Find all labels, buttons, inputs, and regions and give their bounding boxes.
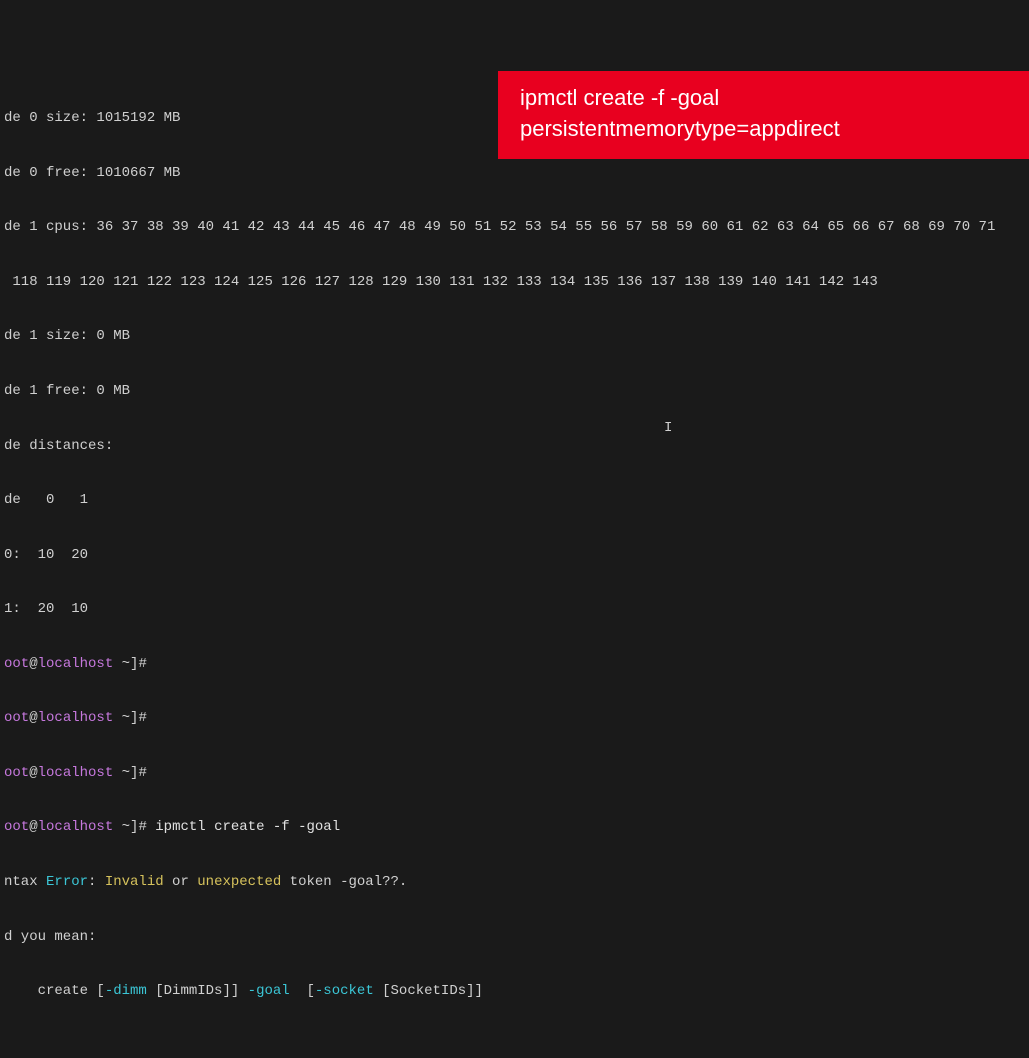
- suggest-flag: -dimm: [105, 983, 147, 999]
- command-text: ipmctl create -f -goal: [155, 819, 340, 835]
- output-line: de 0 1: [4, 491, 1025, 509]
- output-line: de distances:: [4, 437, 1025, 455]
- prompt-line: oot@localhost ~]#: [4, 655, 1025, 673]
- prompt-user: oot: [4, 656, 29, 672]
- text-cursor-icon: I: [664, 419, 672, 437]
- error-unexpected: unexpected: [197, 874, 281, 890]
- error-line: ntax Error: Invalid or unexpected token …: [4, 873, 1025, 891]
- command-line: oot@localhost ~]# ipmctl create -f -goal: [4, 818, 1025, 836]
- prompt-path: ~]#: [113, 710, 155, 726]
- prompt-host: localhost: [38, 710, 114, 726]
- error-rest: token -goal??.: [281, 874, 407, 890]
- prompt-user: oot: [4, 765, 29, 781]
- prompt-at: @: [29, 710, 37, 726]
- prompt-user: oot: [4, 710, 29, 726]
- suggest-text: [SocketIDs]]: [374, 983, 483, 999]
- prompt-path: ~]#: [113, 656, 155, 672]
- output-line: de 0 free: 1010667 MB: [4, 164, 1025, 182]
- prompt-host: localhost: [38, 765, 114, 781]
- command-callout: ipmctl create -f -goal persistentmemoryt…: [498, 71, 1029, 159]
- error-colon: :: [88, 874, 105, 890]
- error-or: or: [164, 874, 198, 890]
- error-invalid: Invalid: [105, 874, 164, 890]
- prompt-path: ~]#: [113, 819, 155, 835]
- suggest-text: create [: [4, 983, 105, 999]
- terminal-output[interactable]: de 0 size: 1015192 MB de 0 free: 1010667…: [0, 73, 1029, 1058]
- suggest-text: [: [290, 983, 315, 999]
- prompt-at: @: [29, 765, 37, 781]
- suggest-flag: -socket: [315, 983, 374, 999]
- prompt-user: oot: [4, 819, 29, 835]
- suggest-line: create [-dimm [DimmIDs]] -goal [-socket …: [4, 982, 1025, 1000]
- prompt-at: @: [29, 819, 37, 835]
- callout-line2: persistentmemorytype=appdirect: [520, 114, 1007, 145]
- callout-line1: ipmctl create -f -goal: [520, 83, 1007, 114]
- blank-line: [4, 1037, 1025, 1055]
- prompt-at: @: [29, 656, 37, 672]
- suggest-text: [DimmIDs]]: [147, 983, 248, 999]
- prompt-host: localhost: [38, 819, 114, 835]
- output-line: de 1 size: 0 MB: [4, 327, 1025, 345]
- output-line: de 1 cpus: 36 37 38 39 40 41 42 43 44 45…: [4, 218, 1025, 236]
- prompt-host: localhost: [38, 656, 114, 672]
- error-prefix: ntax: [4, 874, 46, 890]
- output-line: 1: 20 10: [4, 600, 1025, 618]
- suggest-flag: -goal: [248, 983, 290, 999]
- error-word: Error: [46, 874, 88, 890]
- did-you-mean: d you mean:: [4, 928, 1025, 946]
- prompt-line: oot@localhost ~]#: [4, 764, 1025, 782]
- output-line: 0: 10 20: [4, 546, 1025, 564]
- prompt-path: ~]#: [113, 765, 155, 781]
- output-line: de 1 free: 0 MB: [4, 382, 1025, 400]
- output-line: 118 119 120 121 122 123 124 125 126 127 …: [4, 273, 1025, 291]
- prompt-line: oot@localhost ~]#: [4, 709, 1025, 727]
